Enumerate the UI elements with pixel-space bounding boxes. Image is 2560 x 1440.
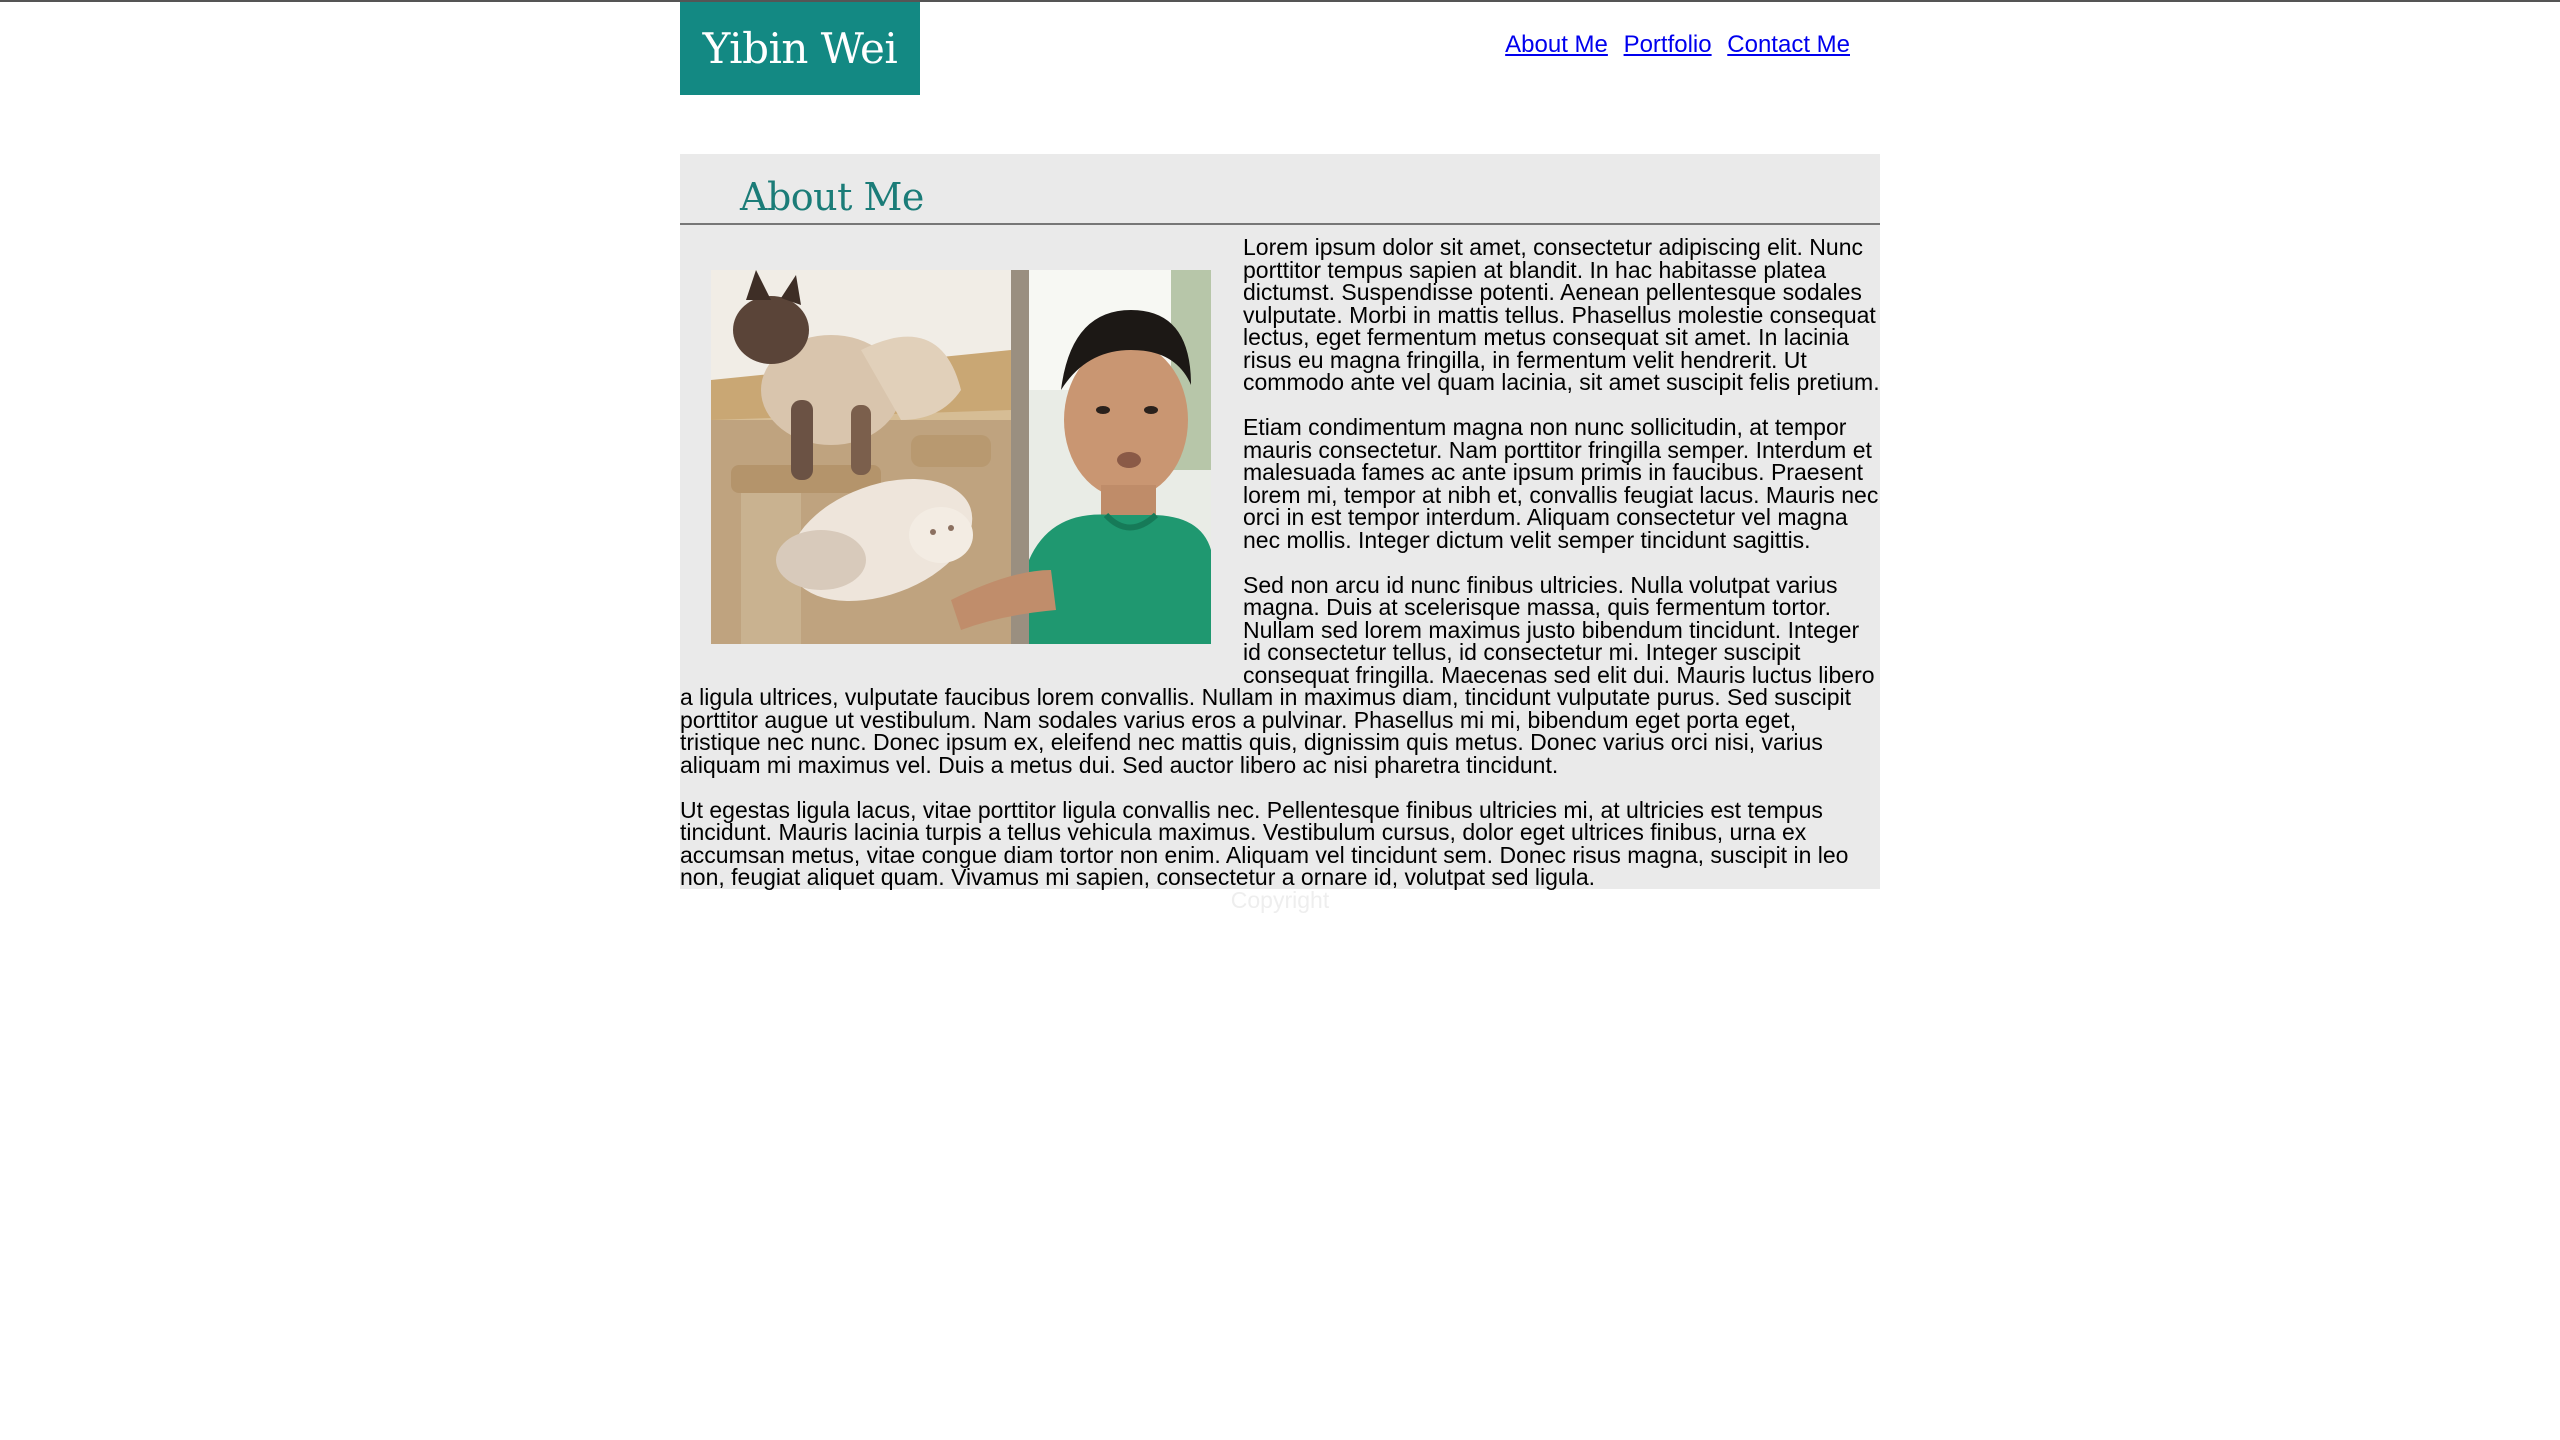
nav-link-portfolio[interactable]: Portfolio (1624, 31, 1712, 58)
about-paragraph: Ut egestas ligula lacus, vitae porttitor… (680, 796, 1849, 890)
nav-link-about-me[interactable]: About Me (1505, 31, 1608, 58)
footer-copyright: Copyright (1230, 886, 1330, 913)
site-header: Yibin Wei About Me Portfolio Contact Me (680, 2, 1880, 154)
section-header: About Me (680, 154, 1880, 225)
nav-link-contact-me[interactable]: Contact Me (1727, 31, 1850, 58)
about-section: About Me Lorem ipsum dolor sit amet, con… (680, 154, 1880, 889)
main-nav: About Me Portfolio Contact Me (1496, 30, 1850, 60)
page-container: Yibin Wei About Me Portfolio Contact Me … (680, 2, 1880, 913)
about-body: Lorem ipsum dolor sit amet, consectetur … (680, 225, 1880, 889)
brand-logo[interactable]: Yibin Wei (680, 2, 920, 95)
profile-photo (711, 270, 1211, 644)
